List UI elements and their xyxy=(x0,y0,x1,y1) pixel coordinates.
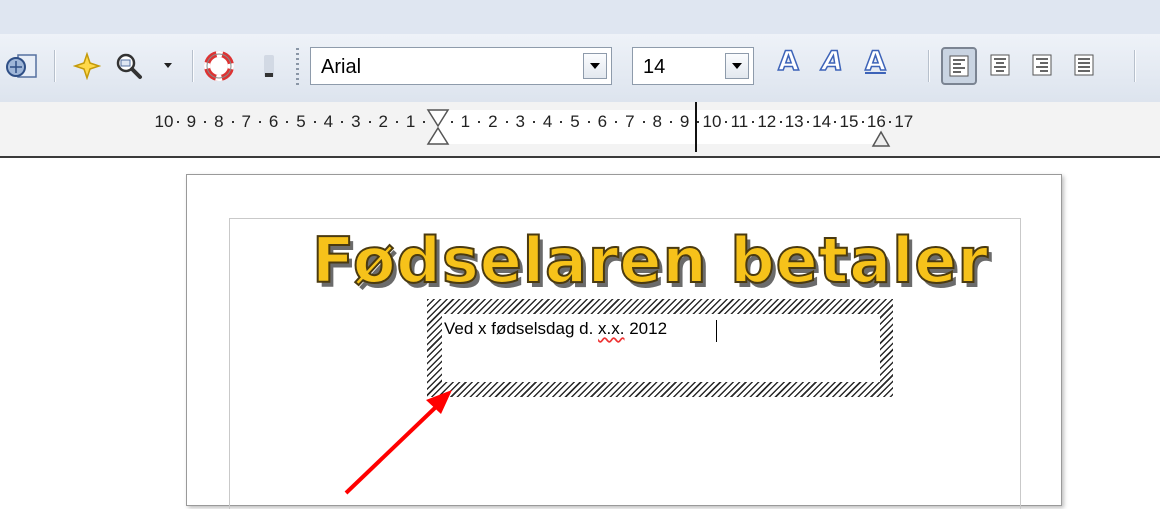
ruler-label: 2 xyxy=(378,112,388,131)
ruler-label: 3 xyxy=(351,112,361,131)
ruler-label: 17 xyxy=(894,112,914,131)
align-center-icon[interactable] xyxy=(985,48,1015,82)
toolbar-separator xyxy=(1134,50,1135,82)
ruler-tick xyxy=(286,121,289,123)
ruler-label: 10 xyxy=(702,112,722,131)
ruler-label: 12 xyxy=(757,112,777,131)
ruler-label: 13 xyxy=(784,112,804,131)
ruler-label: 3 xyxy=(515,112,525,131)
ruler-tick xyxy=(642,121,645,123)
frame-text-misspelled: x.x. xyxy=(598,319,625,338)
ruler-tick xyxy=(341,121,344,123)
ruler-label: 10 xyxy=(154,112,174,131)
toolbar-options-icon[interactable] xyxy=(258,46,280,86)
ruler-label: 15 xyxy=(839,112,859,131)
ruler-label: 7 xyxy=(241,112,251,131)
font-size-value: 14 xyxy=(643,56,666,78)
ruler-label: 1 xyxy=(460,112,471,131)
ruler-label: 4 xyxy=(542,112,553,131)
frame-text-after: 2012 xyxy=(624,319,668,338)
ruler-label: 8 xyxy=(214,112,224,131)
ruler-tick xyxy=(368,121,371,123)
ruler-tick xyxy=(532,121,535,123)
fontwork-underline-icon[interactable]: A xyxy=(864,45,886,78)
ruler-label: 16 xyxy=(866,112,886,131)
ruler-tick xyxy=(450,121,453,123)
fontwork-title[interactable]: Fødselaren betaler xyxy=(311,223,989,298)
text-cursor xyxy=(716,320,717,342)
ruler-tick xyxy=(231,121,234,123)
ruler-tick xyxy=(861,121,864,123)
zoom-dropdown-icon[interactable] xyxy=(158,46,178,86)
font-name-dropdown-icon[interactable] xyxy=(583,53,607,79)
font-size-combo[interactable]: 14 xyxy=(632,47,754,85)
toolbar-separator xyxy=(928,50,929,82)
window-top-strip xyxy=(0,0,1160,34)
ruler-tick xyxy=(258,121,261,123)
ruler-tick xyxy=(560,121,563,123)
ruler-label: 2 xyxy=(488,112,498,131)
ruler-tick xyxy=(697,121,700,123)
ruler-tick xyxy=(204,121,207,123)
align-right-icon[interactable] xyxy=(1027,48,1057,82)
ruler-tick xyxy=(478,121,481,123)
ruler-label: 14 xyxy=(812,112,832,131)
ruler-label: 5 xyxy=(296,112,306,131)
ruler-label: 4 xyxy=(323,112,334,131)
ruler-tick xyxy=(176,121,179,123)
ruler-label: 7 xyxy=(625,112,635,131)
ruler-tick xyxy=(615,121,618,123)
ruler-tick xyxy=(505,121,508,123)
toolbar-separator xyxy=(192,50,193,82)
font-name-combo[interactable]: Arial xyxy=(310,47,612,85)
ruler-label: 9 xyxy=(679,112,690,131)
frame-text-line[interactable]: Ved x fødselsdag d. x.x. 2012 xyxy=(444,319,667,339)
fontwork-italic-icon[interactable]: A xyxy=(821,45,843,78)
ruler-label: 11 xyxy=(730,112,749,131)
help-lifebuoy-icon[interactable] xyxy=(202,46,236,86)
ruler-label: 1 xyxy=(405,112,416,131)
toolbar-grip[interactable] xyxy=(296,48,299,88)
font-size-dropdown-icon[interactable] xyxy=(725,53,749,79)
ruler-tick xyxy=(423,121,426,123)
left-indent-marker-icon[interactable] xyxy=(426,108,450,148)
align-left-icon[interactable] xyxy=(941,47,977,85)
ruler-tick xyxy=(313,121,316,123)
ruler-label: 6 xyxy=(597,112,608,131)
fontwork-shape-icon[interactable]: A xyxy=(777,45,799,78)
ruler-tick xyxy=(395,121,398,123)
horizontal-ruler[interactable]: 10 9 8 7 6 5 4 3 2 1 1 2 3 4 5 6 7 8 9 10 11 12 13 14 15 16 17 xyxy=(0,102,1160,158)
ruler-tick xyxy=(752,121,755,123)
ruler-tick xyxy=(806,121,809,123)
ruler-label: 5 xyxy=(570,112,580,131)
ruler-tick xyxy=(587,121,590,123)
ruler-label: 9 xyxy=(186,112,197,131)
align-justify-icon[interactable] xyxy=(1069,48,1099,82)
right-indent-marker-icon[interactable] xyxy=(871,130,891,150)
frame-text-before: Ved x fødselsdag d. xyxy=(444,319,599,338)
ruler-tick xyxy=(669,121,672,123)
ruler-tick xyxy=(834,121,837,123)
font-name-value: Arial xyxy=(321,56,362,78)
zoom-icon[interactable] xyxy=(112,46,146,86)
ruler-label: 6 xyxy=(268,112,279,131)
ruler-tick xyxy=(724,121,727,123)
ruler-label: 8 xyxy=(652,112,662,131)
toolbar-separator xyxy=(54,50,55,82)
navigator-icon[interactable] xyxy=(2,46,42,86)
gallery-star-icon[interactable] xyxy=(70,46,104,86)
ruler-cursor-line xyxy=(695,102,697,152)
ruler-tick xyxy=(889,121,892,123)
ruler-tick xyxy=(779,121,782,123)
